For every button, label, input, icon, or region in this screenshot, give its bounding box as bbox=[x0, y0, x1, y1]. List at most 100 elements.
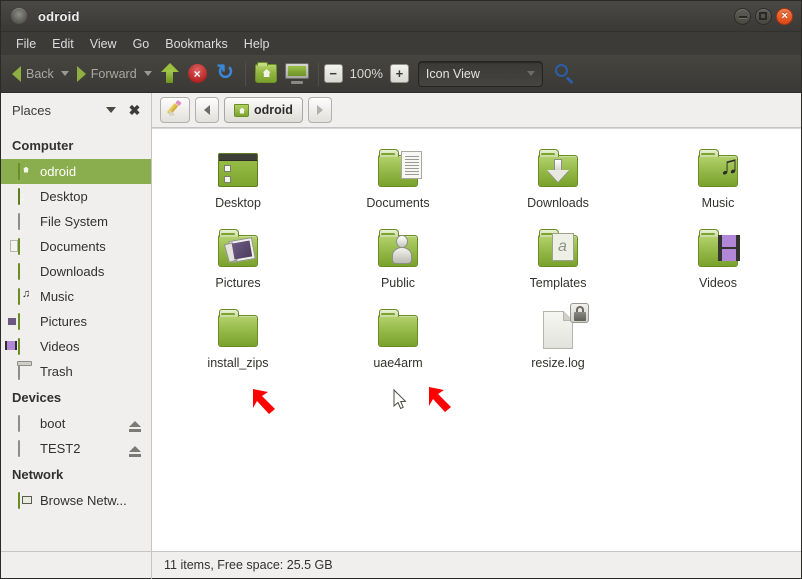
file-grid: Desktop Documents Downloads bbox=[152, 129, 801, 385]
eject-icon[interactable] bbox=[129, 446, 141, 452]
view-mode-select[interactable]: Icon View bbox=[418, 61, 543, 87]
file-item-videos[interactable]: Videos bbox=[638, 225, 798, 305]
sidebar-group-devices: Devices bbox=[1, 384, 151, 411]
file-item-templates[interactable]: a Templates bbox=[478, 225, 638, 305]
edit-location-button[interactable] bbox=[160, 97, 190, 123]
sidebar-item-file-system[interactable]: File System bbox=[1, 209, 151, 234]
forward-button[interactable]: Forward bbox=[73, 60, 156, 88]
file-item-desktop[interactable]: Desktop bbox=[158, 145, 318, 225]
public-folder-icon bbox=[374, 227, 422, 271]
music-folder-icon bbox=[18, 289, 34, 305]
maximize-button[interactable] bbox=[755, 8, 772, 25]
sidebar-item-documents[interactable]: Documents bbox=[1, 234, 151, 259]
reload-button[interactable]: ↻ bbox=[211, 60, 240, 88]
reload-icon: ↻ bbox=[215, 63, 236, 84]
documents-folder-icon bbox=[374, 147, 422, 191]
file-label: Downloads bbox=[527, 196, 589, 210]
main-body: Computer odroid Desktop File System Docu… bbox=[1, 128, 801, 551]
menu-file[interactable]: File bbox=[8, 35, 44, 53]
sidebar-item-label: File System bbox=[40, 214, 145, 229]
sidebar-group-computer: Computer bbox=[1, 132, 151, 159]
sidebar-item-label: Trash bbox=[40, 364, 145, 379]
eject-icon[interactable] bbox=[129, 421, 141, 427]
chevron-left-icon bbox=[204, 105, 210, 115]
forward-history-caret-icon[interactable] bbox=[144, 71, 152, 76]
computer-button[interactable] bbox=[281, 60, 313, 88]
videos-folder-icon bbox=[694, 227, 742, 271]
sidebar-item-trash[interactable]: Trash bbox=[1, 359, 151, 384]
chevron-down-icon bbox=[527, 71, 535, 76]
file-item-downloads[interactable]: Downloads bbox=[478, 145, 638, 225]
file-manager-window: odroid × File Edit View Go Bookmarks Hel… bbox=[0, 0, 802, 579]
sidebar-item-pictures[interactable]: Pictures bbox=[1, 309, 151, 334]
zoom-out-button[interactable]: − bbox=[324, 64, 343, 83]
sidebar-group-network: Network bbox=[1, 461, 151, 488]
downloads-folder-icon bbox=[18, 264, 34, 280]
view-mode-value: Icon View bbox=[426, 67, 480, 81]
close-button[interactable]: × bbox=[776, 8, 793, 25]
file-item-documents[interactable]: Documents bbox=[318, 145, 478, 225]
home-folder-icon bbox=[255, 64, 277, 83]
minimize-button[interactable] bbox=[734, 8, 751, 25]
red-arrow-uae4arm bbox=[427, 385, 457, 413]
close-sidebar-button[interactable]: ✖ bbox=[126, 102, 143, 119]
back-history-caret-icon[interactable] bbox=[61, 71, 69, 76]
menu-view[interactable]: View bbox=[82, 35, 125, 53]
sidebar-item-odroid[interactable]: odroid bbox=[1, 159, 151, 184]
sidebar-item-music[interactable]: Music bbox=[1, 284, 151, 309]
harddisk-icon bbox=[18, 416, 34, 432]
network-icon bbox=[18, 493, 34, 509]
menu-bookmarks[interactable]: Bookmarks bbox=[157, 35, 236, 53]
back-label: Back bbox=[26, 67, 54, 81]
file-item-music[interactable]: ♫ Music bbox=[638, 145, 798, 225]
file-label: Pictures bbox=[215, 276, 260, 290]
sidebar-item-label: TEST2 bbox=[40, 441, 123, 456]
zoom-in-button[interactable]: + bbox=[390, 64, 409, 83]
sidebar-item-test2[interactable]: TEST2 bbox=[1, 436, 151, 461]
file-item-install-zips[interactable]: install_zips bbox=[158, 305, 318, 385]
file-label: Public bbox=[381, 276, 415, 290]
file-item-resize-log[interactable]: resize.log bbox=[478, 305, 638, 385]
toolbar-separator-1 bbox=[245, 62, 246, 86]
sidebar-item-videos[interactable]: Videos bbox=[1, 334, 151, 359]
menu-help[interactable]: Help bbox=[236, 35, 278, 53]
file-label: Documents bbox=[366, 196, 429, 210]
pictures-folder-icon bbox=[18, 314, 34, 330]
pictures-folder-icon bbox=[214, 227, 262, 271]
window-title: odroid bbox=[38, 9, 80, 24]
search-icon[interactable] bbox=[554, 63, 576, 85]
menu-edit[interactable]: Edit bbox=[44, 35, 82, 53]
sidebar-item-label: Documents bbox=[40, 239, 145, 254]
file-label: Music bbox=[702, 196, 735, 210]
path-bar: odroid bbox=[152, 97, 332, 123]
pencil-icon bbox=[167, 102, 183, 118]
sidebar-item-desktop[interactable]: Desktop bbox=[1, 184, 151, 209]
sidebar-item-boot[interactable]: boot bbox=[1, 411, 151, 436]
file-icon-view[interactable]: Desktop Documents Downloads bbox=[152, 128, 801, 551]
breadcrumb-odroid[interactable]: odroid bbox=[224, 97, 303, 123]
breadcrumb-scroll-right-button[interactable] bbox=[308, 97, 332, 123]
file-item-uae4arm[interactable]: uae4arm bbox=[318, 305, 478, 385]
stop-button[interactable]: × bbox=[184, 60, 211, 88]
file-item-pictures[interactable]: Pictures bbox=[158, 225, 318, 305]
toolbar-separator-2 bbox=[318, 62, 319, 86]
breadcrumb-scroll-left-button[interactable] bbox=[195, 97, 219, 123]
file-item-public[interactable]: Public bbox=[318, 225, 478, 305]
home-button[interactable] bbox=[251, 60, 281, 88]
locked-document-icon bbox=[534, 307, 582, 351]
file-label: install_zips bbox=[207, 356, 268, 370]
window-controls: × bbox=[734, 1, 793, 32]
disk-icon bbox=[18, 214, 34, 230]
places-header: Places ✖ bbox=[1, 93, 152, 128]
sidebar-item-downloads[interactable]: Downloads bbox=[1, 259, 151, 284]
back-button[interactable]: Back bbox=[8, 60, 73, 88]
places-label: Places bbox=[12, 103, 100, 118]
sidebar-item-browse-network[interactable]: Browse Netw... bbox=[1, 488, 151, 513]
plain-folder-icon bbox=[374, 307, 422, 351]
forward-label: Forward bbox=[91, 67, 137, 81]
chevron-down-icon[interactable] bbox=[106, 107, 116, 113]
menu-go[interactable]: Go bbox=[125, 35, 158, 53]
sidebar-item-label: Pictures bbox=[40, 314, 145, 329]
desktop-folder-icon bbox=[214, 147, 262, 191]
up-button[interactable] bbox=[156, 60, 184, 88]
